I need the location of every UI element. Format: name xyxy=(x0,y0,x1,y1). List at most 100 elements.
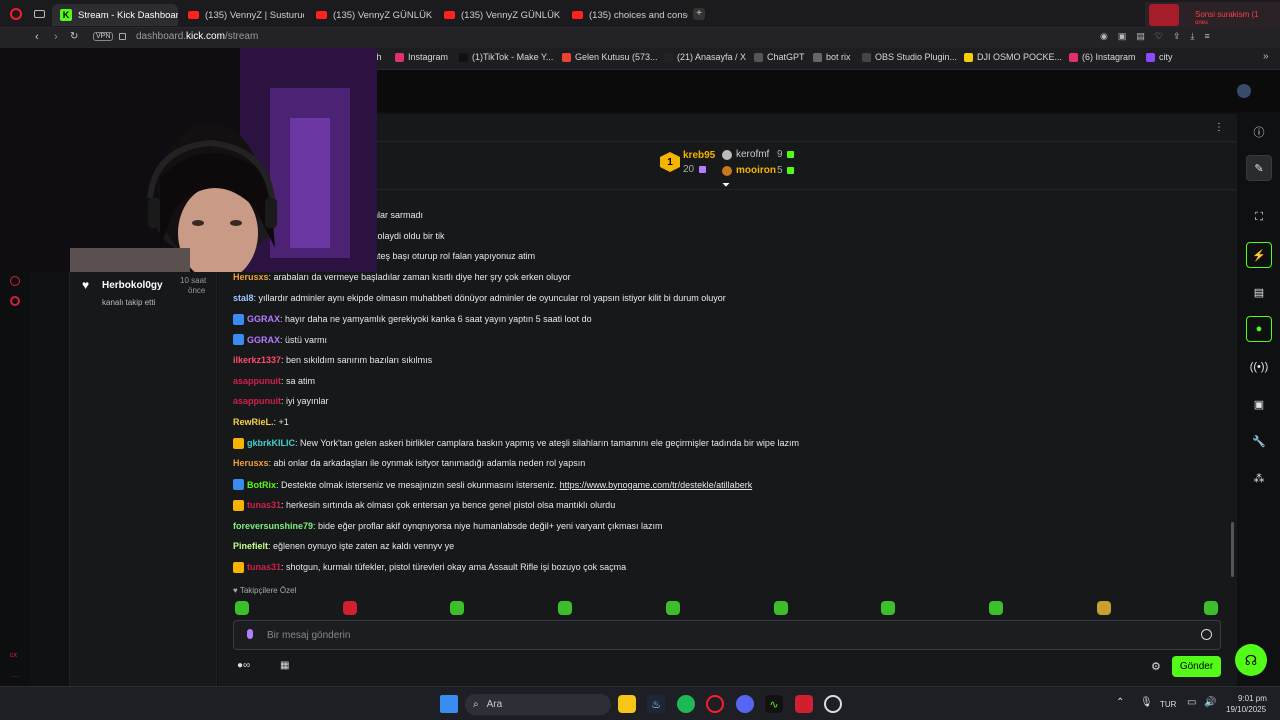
chat-username[interactable]: asappunuit xyxy=(233,376,281,386)
send-button[interactable]: Gönder xyxy=(1172,656,1221,677)
leader-third-user[interactable]: mooiron xyxy=(736,165,776,176)
bookmarks-overflow-icon[interactable]: » xyxy=(1263,51,1269,62)
chat-username[interactable]: tunas31 xyxy=(247,562,281,572)
clock-date[interactable]: 19/10/2025 xyxy=(1226,705,1266,714)
emote-icon[interactable] xyxy=(989,601,1003,615)
notification-popup[interactable]: Sonsi surakism (1 ones xyxy=(1145,2,1280,28)
emote-icon[interactable] xyxy=(558,601,572,615)
collapse-leaderboard-icon[interactable]: ⏷ xyxy=(722,180,730,191)
file-explorer-icon[interactable] xyxy=(618,695,636,713)
mic-icon[interactable] xyxy=(247,629,253,639)
emote-icon[interactable] xyxy=(666,601,680,615)
leader-first-user[interactable]: kreb95 xyxy=(683,150,715,161)
emote-icon[interactable] xyxy=(1097,601,1111,615)
tab-youtube-3[interactable]: (135) VennyZ GÜNLÜK K xyxy=(436,4,560,26)
network-icon[interactable]: ▭ xyxy=(1187,697,1196,708)
emote-icon[interactable] xyxy=(343,601,357,615)
steam-icon[interactable]: ♨ xyxy=(647,695,665,713)
download-icon[interactable]: ⤓ xyxy=(1191,31,1195,45)
edit-icon[interactable]: ✎ xyxy=(1246,155,1272,181)
screenshot-icon[interactable]: ▣ xyxy=(1118,31,1127,45)
tab-youtube-4[interactable]: (135) choices and conseq xyxy=(564,4,688,26)
soundwave-icon[interactable]: ∿ xyxy=(765,695,783,713)
emote-icon[interactable] xyxy=(774,601,788,615)
bookmark-2[interactable]: (1)TikTok - Make Y... xyxy=(459,52,553,62)
spotify-icon[interactable] xyxy=(677,695,695,713)
chat-input[interactable]: Bir mesaj gönderin xyxy=(233,620,1221,650)
leader-second-user[interactable]: kerofmf xyxy=(736,149,769,160)
extensions-icon[interactable]: ▤ xyxy=(1136,31,1145,45)
menu-icon[interactable]: ≡ xyxy=(1205,31,1210,45)
layout-icon[interactable]: ▣ xyxy=(1249,394,1269,414)
points-icon[interactable]: ●∞ xyxy=(237,660,250,671)
emote-icon[interactable] xyxy=(881,601,895,615)
heart-icon[interactable]: ♡ xyxy=(1155,31,1163,45)
clock-time[interactable]: 9:01 pm xyxy=(1238,694,1267,703)
chat-username[interactable]: BotRix xyxy=(247,480,276,490)
chat-options-icon[interactable]: ⋮ xyxy=(1214,122,1224,133)
vpn-badge[interactable]: VPN xyxy=(93,32,114,41)
bookmark-7[interactable]: OBS Studio Plugin... xyxy=(862,52,957,62)
obs-icon[interactable] xyxy=(824,695,842,713)
settings-gear-icon[interactable] xyxy=(10,296,20,306)
chat-username[interactable]: gkbrkKILIC xyxy=(247,438,295,448)
tab-kick-dashboard[interactable]: K Stream - Kick Dashboard xyxy=(52,4,178,26)
tab-youtube-1[interactable]: (135) VennyZ | Susturucu xyxy=(180,4,304,26)
share-icon[interactable]: ⇪ xyxy=(1173,31,1181,45)
chat-bubble-icon[interactable]: ● xyxy=(1246,316,1272,342)
tray-chevron-icon[interactable]: ⌃ xyxy=(1116,697,1124,708)
browser-toolbar-icons[interactable]: ◉ ▣ ▤ ♡ ⇪ ⤓ ≡ xyxy=(1100,31,1278,45)
chat-username[interactable]: Herusxs xyxy=(233,458,269,468)
heart-outline-icon[interactable] xyxy=(10,276,20,286)
forward-icon[interactable]: › xyxy=(54,31,58,43)
wrench-icon[interactable]: 🔧 xyxy=(1249,431,1269,451)
more-dots-icon[interactable]: ··· xyxy=(11,672,19,681)
tray-mic-icon[interactable]: 🎙 xyxy=(1140,697,1153,708)
app-icon[interactable] xyxy=(795,695,813,713)
store-icon[interactable]: ▦ xyxy=(280,660,289,671)
fullscreen-icon[interactable]: ⛶ xyxy=(1249,207,1269,227)
reload-icon[interactable]: ↻ xyxy=(70,31,78,42)
bookmark-9[interactable]: (6) Instagram xyxy=(1069,52,1136,62)
emote-icon[interactable] xyxy=(1204,601,1218,615)
emoji-icon[interactable] xyxy=(1201,629,1212,640)
bookmark-6[interactable]: bot rix xyxy=(813,52,851,62)
chat-settings-icon[interactable]: ⚙ xyxy=(1151,660,1161,673)
support-button[interactable]: ☊ xyxy=(1235,644,1267,676)
back-icon[interactable]: ‹ xyxy=(35,31,39,43)
new-tab-button[interactable]: + xyxy=(693,8,705,20)
emote-icon[interactable] xyxy=(450,601,464,615)
clipboard-icon[interactable]: ▤ xyxy=(1249,282,1269,302)
windows-start-icon[interactable] xyxy=(440,695,458,713)
language-indicator[interactable]: TUR xyxy=(1160,700,1176,709)
chat-username[interactable]: ilkerkz1337 xyxy=(233,355,281,365)
discord-icon[interactable] xyxy=(736,695,754,713)
tab-overview-icon[interactable] xyxy=(34,10,45,18)
bookmark-1[interactable]: Instagram xyxy=(395,52,448,62)
chat-username[interactable]: stal8 xyxy=(233,293,254,303)
connections-icon[interactable]: ⁂ xyxy=(1249,468,1269,488)
chat-username[interactable]: GGRAX xyxy=(247,314,280,324)
volume-icon[interactable]: 🔊 xyxy=(1204,697,1216,708)
chat-username[interactable]: GGRAX xyxy=(247,335,280,345)
taskbar-search[interactable]: ⌕ Ara xyxy=(465,694,611,715)
info-icon[interactable]: ⓘ xyxy=(1249,122,1269,142)
bookmark-8[interactable]: DJI OSMO POCKE... xyxy=(964,52,1062,62)
bookmark-5[interactable]: ChatGPT xyxy=(754,52,805,62)
chat-username[interactable]: Herusxs xyxy=(233,272,269,282)
bookmark-4[interactable]: (21) Anasayfa / X xyxy=(664,52,746,62)
chat-username[interactable]: asappunuit xyxy=(233,396,281,406)
user-avatar[interactable] xyxy=(1237,84,1251,98)
broadcast-icon[interactable]: ((•)) xyxy=(1249,357,1269,377)
tab-youtube-2[interactable]: (135) VennyZ GÜNLÜK K xyxy=(308,4,432,26)
activity-user[interactable]: Herbokol0gy xyxy=(102,280,163,291)
url-field[interactable]: dashboard.kick.com/stream xyxy=(136,31,258,42)
opera-icon[interactable] xyxy=(706,695,724,713)
opera-logo-icon[interactable] xyxy=(10,8,22,20)
chat-username[interactable]: Pinefielt xyxy=(233,541,268,551)
sidebar-text-icon[interactable]: cx xyxy=(10,652,17,659)
bookmark-3[interactable]: Gelen Kutusu (573... xyxy=(562,52,658,62)
chat-username[interactable]: foreversunshine79 xyxy=(233,521,313,531)
camera-icon[interactable]: ◉ xyxy=(1100,31,1108,45)
chat-username[interactable]: tunas31 xyxy=(247,500,281,510)
